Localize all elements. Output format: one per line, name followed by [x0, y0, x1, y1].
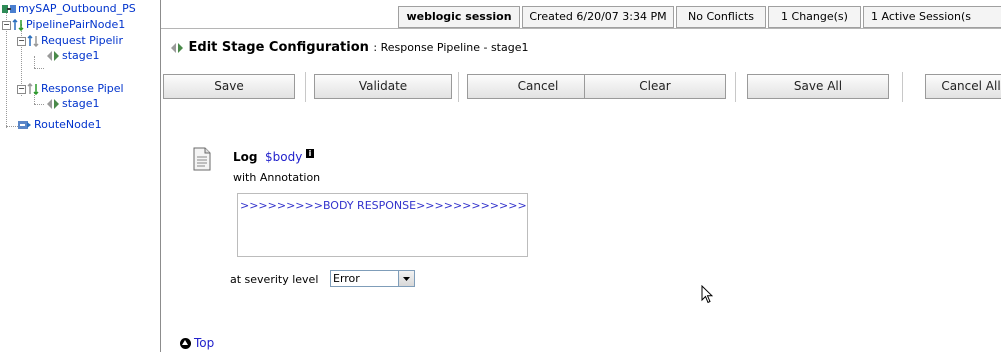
log-action-label: Log — [233, 150, 258, 164]
tree-item-route-node[interactable]: RouteNode1 — [18, 118, 102, 132]
toolbar-separator — [902, 72, 903, 102]
conflicts-status[interactable]: No Conflicts — [676, 6, 766, 28]
severity-select[interactable]: Error — [330, 270, 415, 287]
tree-item-request-pipeline[interactable]: − Request Pipelir — [17, 34, 123, 48]
session-status-bar: weblogic session Created 6/20/07 3:34 PM… — [161, 0, 1001, 29]
session-created: Created 6/20/07 3:34 PM — [522, 6, 674, 28]
annotation-label: with Annotation — [233, 171, 321, 184]
page-title-main: Edit Stage Configuration — [188, 40, 369, 55]
severity-selected-value: Error — [330, 270, 400, 287]
action-toolbar: Save Validate Cancel Clear Save All Canc… — [161, 72, 1001, 102]
collapse-toggle-icon[interactable]: − — [2, 20, 11, 30]
toolbar-separator — [735, 72, 736, 102]
top-link[interactable]: Top — [180, 336, 214, 350]
tree-item-root-label: mySAP_Outbound_PS — [18, 2, 136, 15]
tree-item-pipeline-pair-label: PipelinePairNode1 — [26, 18, 126, 31]
info-icon[interactable]: i — [306, 149, 314, 158]
annotation-field[interactable]: >>>>>>>>>BODY RESPONSE>>>>>>>>>>>> — [237, 193, 528, 257]
collapse-toggle-icon[interactable]: − — [17, 84, 26, 94]
save-button[interactable]: Save — [163, 74, 295, 99]
pipeline-pair-icon — [12, 19, 24, 31]
navigation-tree: mySAP_Outbound_PS − PipelinePairNode1 − Re… — [0, 0, 161, 352]
up-arrow-icon — [180, 338, 191, 349]
collapse-toggle-icon[interactable]: − — [17, 36, 26, 46]
log-expression-link[interactable]: $body — [265, 150, 302, 164]
stage-icon — [47, 99, 59, 109]
tree-item-request-stage-label: stage1 — [62, 49, 100, 62]
request-pipeline-icon — [27, 35, 39, 47]
stage-icon — [47, 51, 59, 61]
cancel-all-button[interactable]: Cancel All — [925, 74, 1001, 99]
tree-item-response-stage[interactable]: stage1 — [46, 97, 100, 111]
changes-status[interactable]: 1 Change(s) — [768, 6, 861, 28]
session-name: weblogic session — [398, 6, 520, 28]
service-icon — [2, 4, 16, 13]
tree-item-response-pipeline-label: Response Pipel — [41, 82, 124, 95]
tree-item-response-pipeline[interactable]: − Response Pipel — [17, 82, 124, 96]
save-all-button[interactable]: Save All — [747, 74, 889, 99]
tree-item-response-stage-label: stage1 — [62, 97, 100, 110]
validate-button[interactable]: Validate — [314, 74, 452, 99]
active-sessions-status[interactable]: 1 Active Session(s — [863, 6, 1001, 28]
severity-label: at severity level — [230, 273, 319, 286]
clear-button[interactable]: Clear — [584, 74, 726, 99]
stage-icon — [171, 42, 183, 53]
page-title: Edit Stage Configuration : Response Pipe… — [170, 40, 528, 55]
tree-item-request-pipeline-label: Request Pipelir — [41, 34, 124, 47]
tree-item-root[interactable]: mySAP_Outbound_PS — [2, 2, 136, 16]
tree-item-request-stage[interactable]: stage1 — [46, 49, 100, 63]
top-link-label: Top — [194, 336, 215, 350]
toolbar-separator — [458, 72, 459, 102]
page-title-sub: : Response Pipeline - stage1 — [373, 41, 529, 54]
route-node-icon — [18, 120, 31, 129]
tree-item-pipeline-pair[interactable]: − PipelinePairNode1 — [2, 18, 125, 32]
document-icon — [193, 147, 211, 171]
tree-item-route-node-label: RouteNode1 — [34, 118, 102, 131]
annotation-text: >>>>>>>>>BODY RESPONSE>>>>>>>>>>>> — [240, 199, 527, 212]
response-pipeline-icon — [27, 83, 39, 95]
dropdown-arrow-icon[interactable] — [398, 270, 415, 287]
toolbar-separator — [305, 72, 306, 102]
mouse-cursor-icon — [701, 285, 713, 304]
